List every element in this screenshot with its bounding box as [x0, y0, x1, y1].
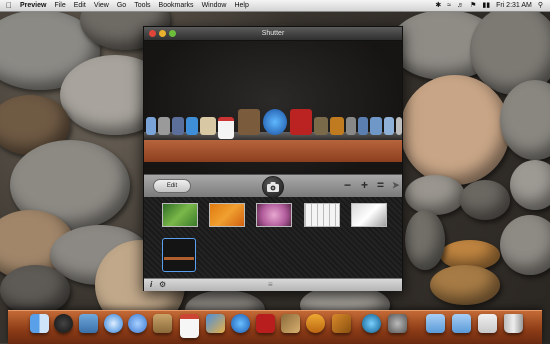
preview-dock-icon — [384, 117, 394, 135]
preview-dock-icon — [238, 109, 260, 135]
preview-dock-icon — [172, 117, 184, 135]
thumbnail-item[interactable] — [304, 203, 340, 227]
dashboard-icon[interactable] — [54, 314, 73, 333]
mail-icon[interactable] — [79, 314, 98, 333]
battery-icon[interactable]: ▮▮ — [479, 0, 493, 11]
address-book-icon[interactable] — [153, 314, 172, 333]
title-bar[interactable]: Shutter — [144, 27, 402, 41]
itunes-icon[interactable] — [231, 314, 250, 333]
system-preferences-icon[interactable] — [388, 314, 407, 333]
app-menu[interactable]: Preview — [16, 0, 50, 11]
pebble — [400, 75, 510, 185]
pebble — [460, 180, 510, 220]
time-machine-icon[interactable] — [362, 314, 381, 333]
zoom-in-button[interactable]: + — [361, 178, 368, 192]
bluetooth-icon[interactable]: ✱ — [432, 0, 444, 11]
menu-tools[interactable]: Tools — [130, 0, 154, 11]
volume-icon[interactable]: ♬ — [454, 0, 467, 11]
menu-bookmarks[interactable]: Bookmarks — [155, 0, 198, 11]
imovie-icon[interactable] — [306, 314, 325, 333]
preview-dock-icon — [396, 117, 402, 135]
camera-icon — [267, 182, 279, 192]
pebble — [0, 265, 70, 315]
thumbnail-shelf — [164, 257, 194, 260]
preview-dock-icon — [146, 117, 156, 135]
preview-dock-icon — [314, 117, 328, 135]
thumbnail-item[interactable] — [162, 203, 198, 227]
iphoto-album-icon[interactable] — [281, 314, 300, 333]
screenshot-preview — [144, 41, 402, 189]
apple-menu-icon[interactable]:  — [0, 0, 16, 11]
status-bar: i ⚙ ≡ — [144, 278, 402, 291]
dock — [8, 310, 542, 344]
preview-dock-icon — [200, 117, 216, 135]
photo-booth-icon[interactable] — [256, 314, 275, 333]
menu-go[interactable]: Go — [113, 0, 130, 11]
wifi-icon[interactable]: ≈ — [444, 0, 454, 11]
pebble — [430, 265, 500, 305]
preview-shelf — [144, 140, 402, 162]
status-menus: ✱ ≈ ♬ ⚑ ▮▮ Fri 2:31 AM ⚲ — [432, 0, 546, 11]
edit-button[interactable]: Edit — [153, 179, 191, 193]
finder-icon[interactable] — [30, 314, 49, 333]
screenshot-grid — [144, 197, 402, 279]
pebble — [405, 210, 445, 270]
resize-handle-icon[interactable]: ≡ — [268, 279, 273, 291]
downloads-stack-icon[interactable] — [478, 314, 497, 333]
safari-icon[interactable] — [104, 314, 123, 333]
trash-icon[interactable] — [504, 314, 523, 333]
selected-thumbnail[interactable] — [162, 238, 196, 272]
ichat-icon[interactable] — [128, 314, 147, 333]
menu-window[interactable]: Window — [198, 0, 231, 11]
spotlight-icon[interactable]: ⚲ — [535, 0, 546, 11]
gear-icon[interactable]: ⚙ — [159, 279, 166, 291]
zoom-out-button[interactable]: − — [344, 178, 351, 192]
flag-icon[interactable]: ⚑ — [467, 0, 479, 11]
pebble — [510, 160, 550, 210]
preview-dock-icon — [158, 117, 170, 135]
garageband-icon[interactable] — [332, 314, 351, 333]
thumbnail-item[interactable] — [351, 203, 387, 227]
preview-dock-icon — [330, 117, 344, 135]
preview-dock-icon — [290, 109, 312, 135]
share-arrow-icon[interactable]: ➤ — [392, 178, 400, 192]
thumbnail-item[interactable] — [209, 203, 245, 227]
iphoto-icon[interactable] — [206, 314, 225, 333]
menu-bar:  Preview File Edit View Go Tools Bookma… — [0, 0, 550, 12]
shutter-window: Shutter Edit − + = ➤ i ⚙ ≡ — [143, 26, 403, 291]
capture-button[interactable] — [262, 176, 284, 198]
info-icon[interactable]: i — [150, 279, 152, 291]
preview-calendar-icon — [218, 117, 234, 139]
pebble — [405, 175, 465, 215]
menu-help[interactable]: Help — [230, 0, 252, 11]
preview-dock-icon — [370, 117, 382, 135]
toolbar: Edit − + = ➤ — [144, 174, 402, 198]
window-title: Shutter — [261, 30, 285, 37]
preview-dock-icon — [186, 117, 198, 135]
menu-file[interactable]: File — [50, 0, 69, 11]
preview-itunes-icon — [263, 109, 287, 135]
preview-dock-icon — [358, 117, 368, 135]
pebble — [500, 215, 550, 275]
preview-dock-icon — [346, 117, 356, 135]
actual-size-button[interactable]: = — [377, 178, 384, 192]
menu-edit[interactable]: Edit — [70, 0, 90, 11]
documents-folder-icon[interactable] — [452, 314, 471, 333]
menu-view[interactable]: View — [90, 0, 113, 11]
menubar-clock[interactable]: Fri 2:31 AM — [493, 0, 535, 11]
ical-icon[interactable] — [180, 314, 199, 338]
applications-folder-icon[interactable] — [426, 314, 445, 333]
thumbnail-item[interactable] — [256, 203, 292, 227]
